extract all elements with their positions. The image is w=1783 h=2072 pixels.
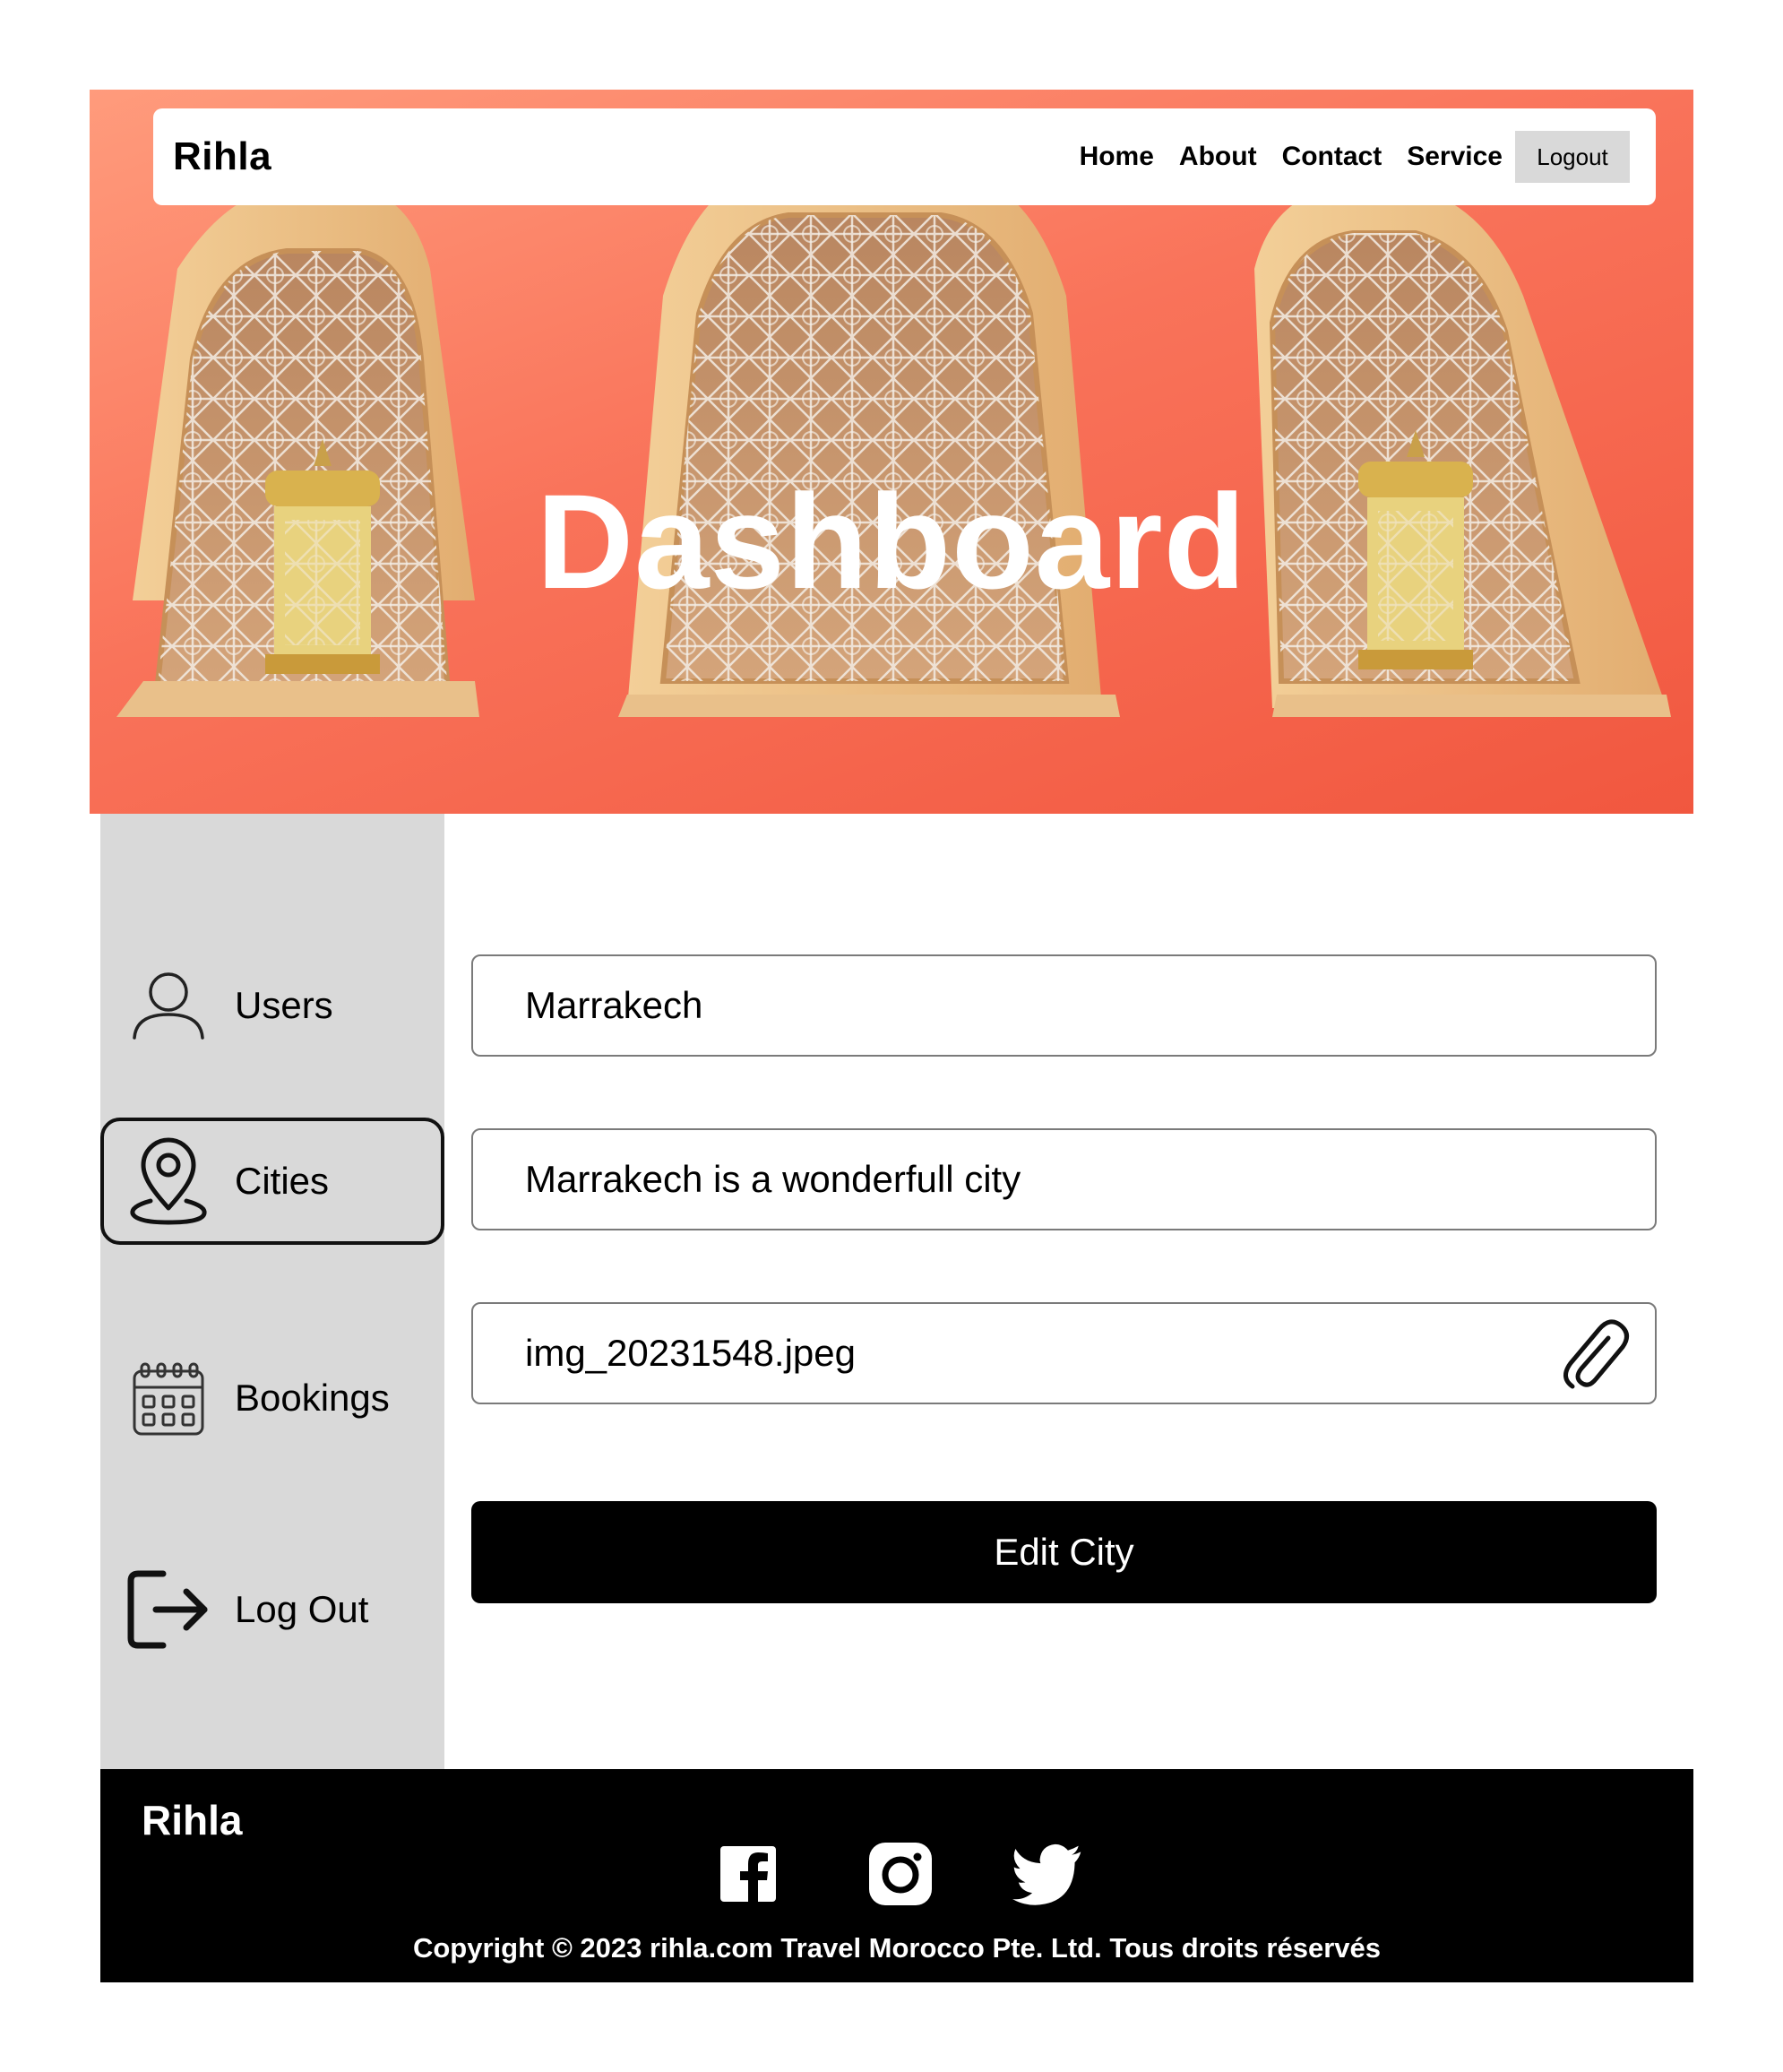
- sidebar-item-users[interactable]: Users: [100, 942, 444, 1069]
- city-name-value: Marrakech: [525, 984, 703, 1026]
- copyright-text: Copyright © 2023 rihla.com Travel Morocc…: [412, 1932, 1382, 1964]
- navbar: Rihla Home About Contact Service Logout: [153, 108, 1656, 205]
- city-name-input[interactable]: Marrakech: [471, 954, 1657, 1057]
- footer-brand: Rihla: [142, 1797, 243, 1843]
- nav-link-contact[interactable]: Contact: [1282, 142, 1382, 172]
- sidebar-item-label: Log Out: [235, 1588, 369, 1630]
- city-description-input[interactable]: Marrakech is a wonderfull city: [471, 1128, 1657, 1230]
- sidebar-item-label: Cities: [235, 1160, 330, 1202]
- user-icon: [124, 961, 213, 1050]
- sidebar-item-label: Users: [235, 984, 333, 1026]
- facebook-icon[interactable]: [713, 1839, 783, 1909]
- logout-icon: [124, 1565, 213, 1654]
- city-description-value: Marrakech is a wonderfull city: [525, 1158, 1021, 1200]
- hero-banner: Rihla Home About Contact Service Logout …: [90, 90, 1693, 814]
- page-title: Dashboard: [536, 466, 1247, 617]
- paperclip-icon[interactable]: [1556, 1317, 1630, 1390]
- city-image-filename: img_20231548.jpeg: [525, 1332, 856, 1374]
- edit-city-button[interactable]: Edit City: [471, 1501, 1657, 1603]
- sidebar-item-cities[interactable]: Cities: [100, 1118, 444, 1245]
- nav-link-home[interactable]: Home: [1080, 142, 1154, 172]
- city-image-file-input[interactable]: img_20231548.jpeg: [471, 1302, 1657, 1404]
- navbar-brand[interactable]: Rihla: [173, 134, 1055, 179]
- sidebar-item-logout[interactable]: Log Out: [100, 1546, 444, 1673]
- twitter-icon[interactable]: [1012, 1839, 1082, 1909]
- sidebar: Users Cities Bookings Log Out: [100, 814, 444, 1769]
- calendar-icon: [124, 1353, 213, 1443]
- instagram-icon[interactable]: [866, 1839, 935, 1909]
- map-pin-icon: [124, 1136, 213, 1226]
- footer: Rihla Copyright © 2023 rihla.com Travel …: [100, 1769, 1693, 1982]
- sidebar-item-label: Bookings: [235, 1377, 390, 1419]
- center-arch: [618, 170, 1120, 717]
- nav-link-about[interactable]: About: [1179, 142, 1257, 172]
- nav-link-service[interactable]: Service: [1407, 142, 1503, 172]
- sidebar-item-bookings[interactable]: Bookings: [100, 1334, 444, 1462]
- navbar-logout-button[interactable]: Logout: [1515, 131, 1630, 183]
